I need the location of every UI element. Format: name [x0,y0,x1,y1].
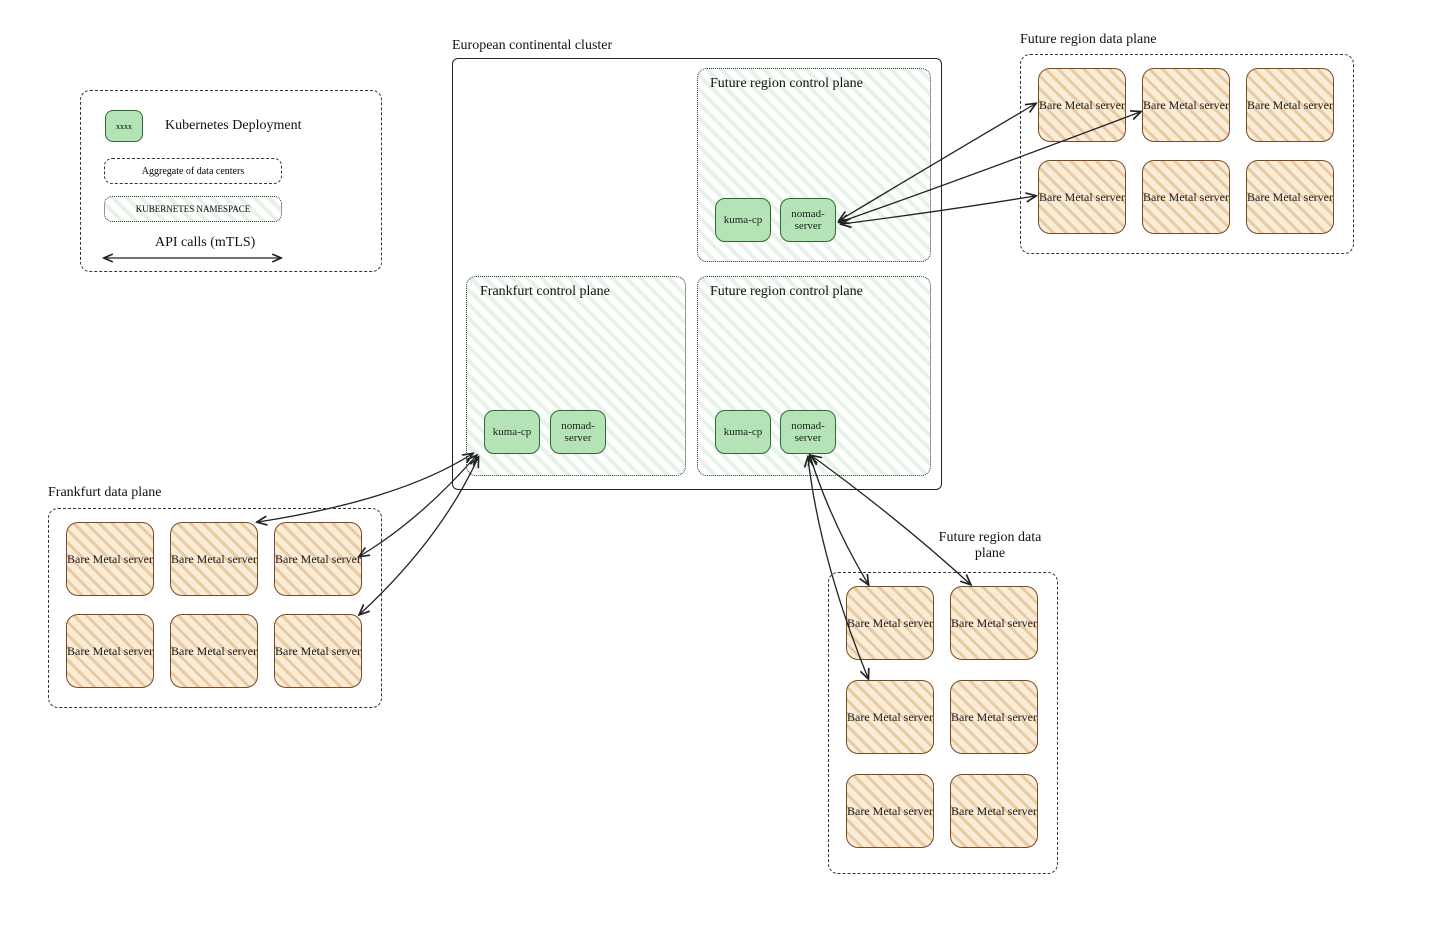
deployment-label: kuma-cp [724,214,762,226]
frankfurt-dp-title: Frankfurt data plane [48,485,162,501]
legend-deployment-swatch: xxxx [105,110,143,142]
bare-metal-label: Bare Metal server [847,804,933,818]
bare-metal-label: Bare Metal server [847,616,933,630]
legend-api-label: API calls (mTLS) [155,235,255,251]
bare-metal-server: Bare Metal server [846,680,934,754]
bare-metal-label: Bare Metal server [847,710,933,724]
control-plane-frankfurt-title: Frankfurt control plane [480,284,610,300]
deployment-nomad-server: nomad-server [550,410,606,454]
bare-metal-server: Bare Metal server [274,522,362,596]
deployment-kuma-cp: kuma-cp [715,410,771,454]
future-top-dp-title: Future region data plane [1020,32,1156,48]
bare-metal-server: Bare Metal server [170,614,258,688]
bare-metal-server: Bare Metal server [274,614,362,688]
bare-metal-label: Bare Metal server [275,644,361,658]
deployment-kuma-cp: kuma-cp [484,410,540,454]
bare-metal-label: Bare Metal server [171,552,257,566]
bare-metal-server: Bare Metal server [170,522,258,596]
deployment-label: nomad-server [783,420,833,444]
bare-metal-label: Bare Metal server [1143,98,1229,112]
bare-metal-label: Bare Metal server [67,644,153,658]
deployment-label: kuma-cp [724,426,762,438]
bare-metal-server: Bare Metal server [1142,160,1230,234]
bare-metal-server: Bare Metal server [1038,68,1126,142]
bare-metal-server: Bare Metal server [950,680,1038,754]
legend-namespace-label: KUBERNETES NAMESPACE [136,204,250,214]
bare-metal-server: Bare Metal server [1142,68,1230,142]
bare-metal-label: Bare Metal server [171,644,257,658]
bare-metal-server: Bare Metal server [66,522,154,596]
bare-metal-label: Bare Metal server [67,552,153,566]
deployment-nomad-server: nomad-server [780,410,836,454]
deployment-label: nomad-server [553,420,603,444]
bare-metal-server: Bare Metal server [66,614,154,688]
bare-metal-label: Bare Metal server [275,552,361,566]
deployment-label: nomad-server [783,208,833,232]
future-bottom-dp-title: Future region data plane [925,530,1055,562]
diagram-canvas: xxxx Kubernetes Deployment Aggregate of … [0,0,1442,935]
bare-metal-server: Bare Metal server [1038,160,1126,234]
bare-metal-label: Bare Metal server [1039,190,1125,204]
legend-deployment-label: Kubernetes Deployment [165,118,301,134]
control-plane-future-top-title: Future region control plane [710,76,863,92]
bare-metal-server: Bare Metal server [846,774,934,848]
bare-metal-label: Bare Metal server [951,804,1037,818]
bare-metal-label: Bare Metal server [951,710,1037,724]
bare-metal-label: Bare Metal server [951,616,1037,630]
bare-metal-label: Bare Metal server [1143,190,1229,204]
bare-metal-label: Bare Metal server [1247,190,1333,204]
bare-metal-server: Bare Metal server [950,774,1038,848]
bare-metal-server: Bare Metal server [846,586,934,660]
deployment-label: kuma-cp [493,426,531,438]
deployment-nomad-server: nomad-server [780,198,836,242]
cluster-title: European continental cluster [452,38,612,54]
bare-metal-server: Bare Metal server [1246,68,1334,142]
legend-aggregate-swatch: Aggregate of data centers [104,158,282,184]
bare-metal-server: Bare Metal server [950,586,1038,660]
bare-metal-label: Bare Metal server [1247,98,1333,112]
bare-metal-label: Bare Metal server [1039,98,1125,112]
control-plane-future-bottom-title: Future region control plane [710,284,863,300]
legend-namespace-swatch: KUBERNETES NAMESPACE [104,196,282,222]
legend-deployment-swatch-text: xxxx [116,122,132,131]
bare-metal-server: Bare Metal server [1246,160,1334,234]
legend-aggregate-label: Aggregate of data centers [142,166,244,177]
deployment-kuma-cp: kuma-cp [715,198,771,242]
